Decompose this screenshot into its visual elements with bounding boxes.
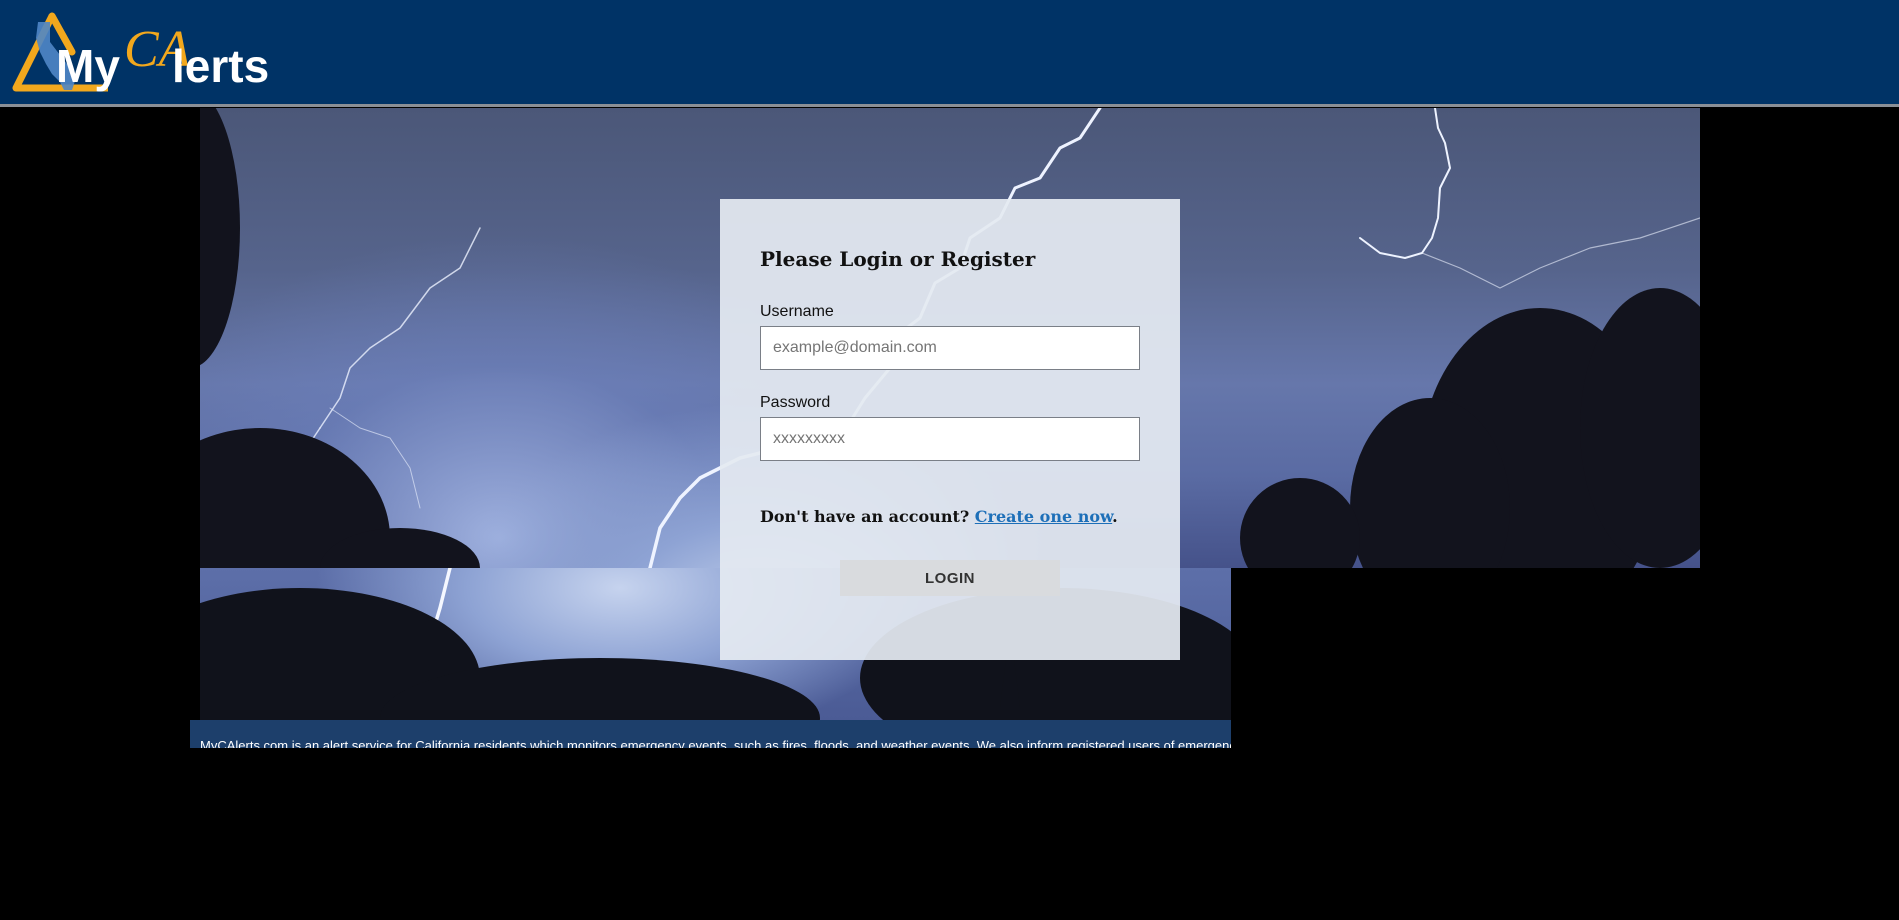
register-prompt: Don't have an account? Create one now. (760, 507, 1140, 526)
username-label: Username (760, 303, 834, 320)
register-period: . (1112, 507, 1118, 526)
login-title: Please Login or Register (760, 247, 1036, 271)
password-input[interactable] (760, 417, 1140, 461)
page-bottom-area (0, 748, 1899, 920)
login-panel: Please Login or Register Username Passwo… (720, 199, 1180, 660)
no-account-text: Don't have an account? (760, 507, 970, 526)
logo-text-my: My (56, 40, 120, 92)
footer-description-strip: MyCAlerts.com is an alert service for Ca… (190, 720, 1231, 748)
footer-description-text: MyCAlerts.com is an alert service for Ca… (200, 738, 1231, 748)
mycalerts-logo[interactable]: My CA lerts (12, 12, 272, 96)
site-header: My CA lerts (0, 0, 1899, 107)
logo-text-lerts: lerts (172, 40, 269, 92)
username-input[interactable] (760, 326, 1140, 370)
create-account-link[interactable]: Create one now (975, 507, 1112, 526)
password-label: Password (760, 394, 831, 411)
login-button[interactable]: LOGIN (840, 560, 1060, 596)
